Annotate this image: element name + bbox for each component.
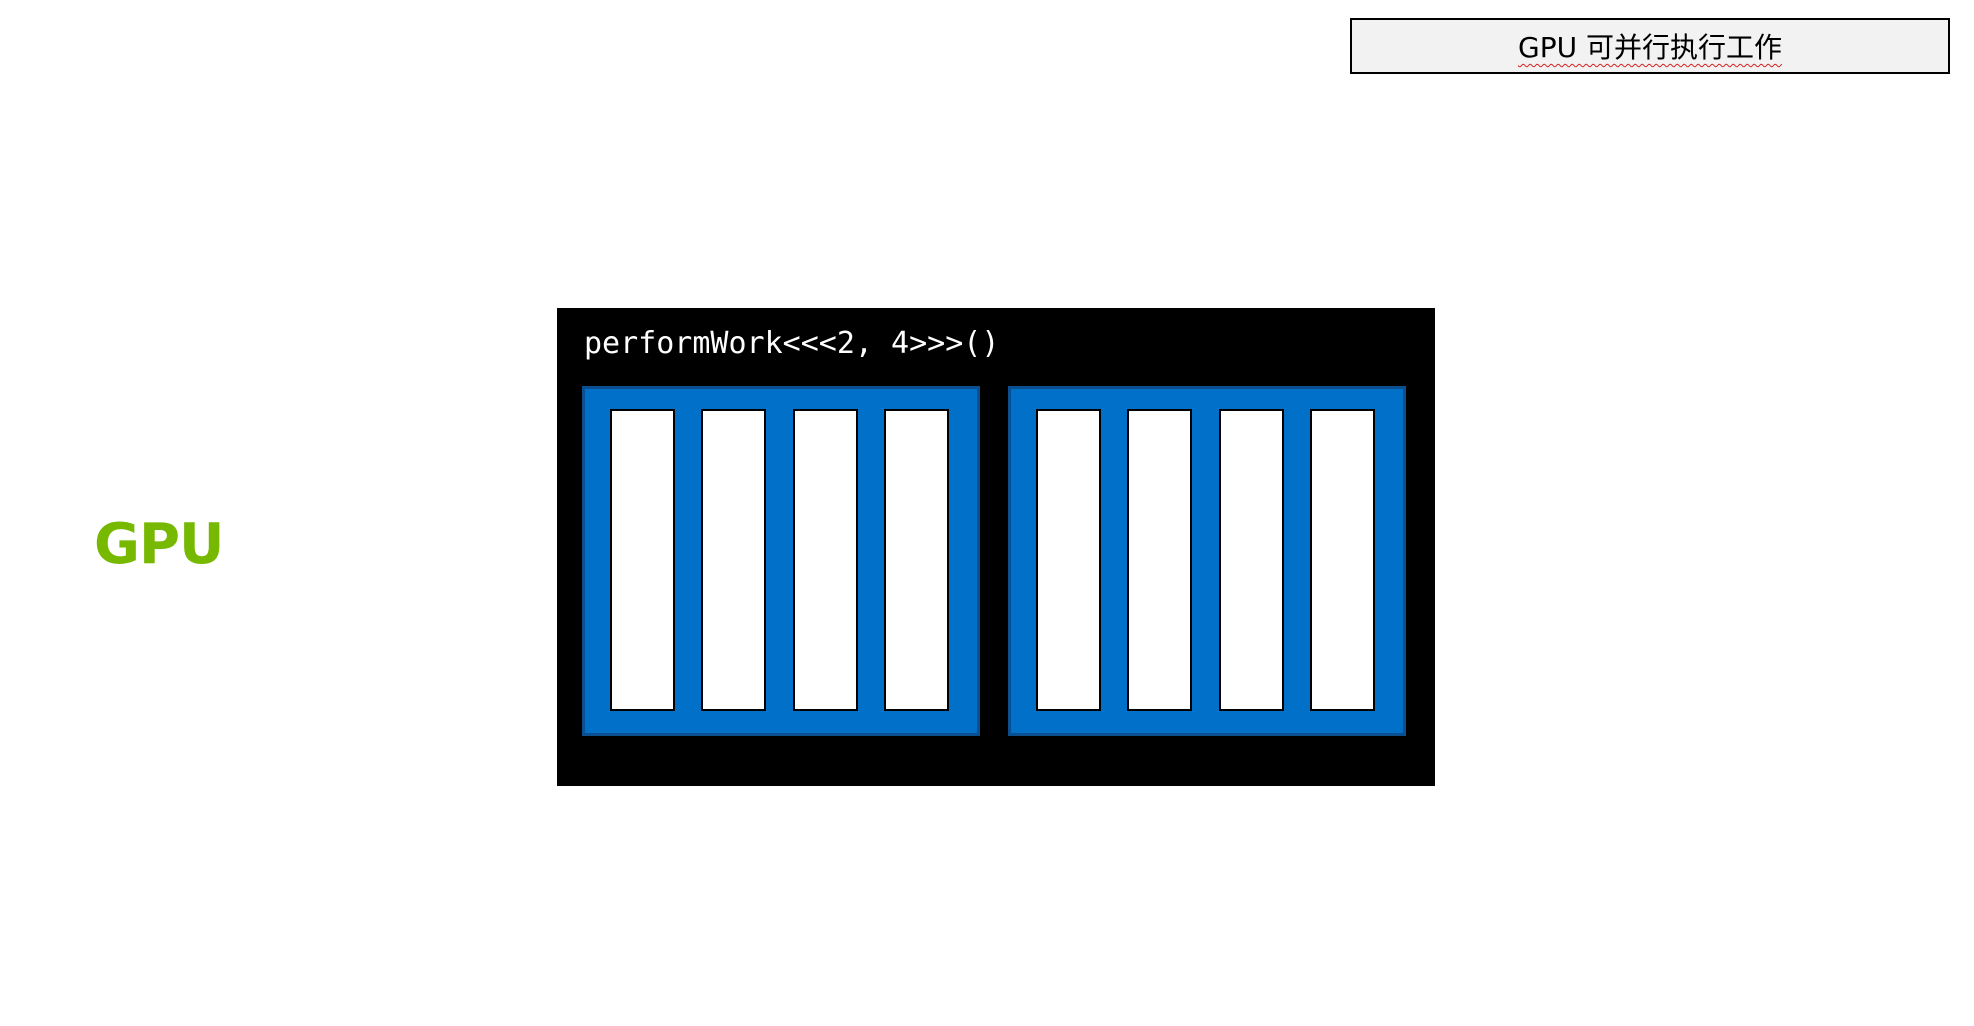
thread-1-2 bbox=[1219, 409, 1284, 711]
thread-block-0 bbox=[582, 386, 980, 736]
thread-block-1 bbox=[1008, 386, 1406, 736]
thread-0-2 bbox=[793, 409, 858, 711]
kernel-launch-code: performWork<<<2, 4>>>() bbox=[584, 326, 1000, 361]
caption-box: GPU 可并行执行工作 bbox=[1350, 18, 1950, 74]
gpu-label: GPU bbox=[94, 512, 224, 577]
thread-1-0 bbox=[1036, 409, 1101, 711]
thread-0-0 bbox=[610, 409, 675, 711]
thread-0-3 bbox=[884, 409, 949, 711]
thread-0-1 bbox=[701, 409, 766, 711]
thread-1-1 bbox=[1127, 409, 1192, 711]
gpu-panel: performWork<<<2, 4>>>() bbox=[557, 308, 1435, 786]
thread-1-3 bbox=[1310, 409, 1375, 711]
caption-text: GPU 可并行执行工作 bbox=[1518, 31, 1782, 64]
